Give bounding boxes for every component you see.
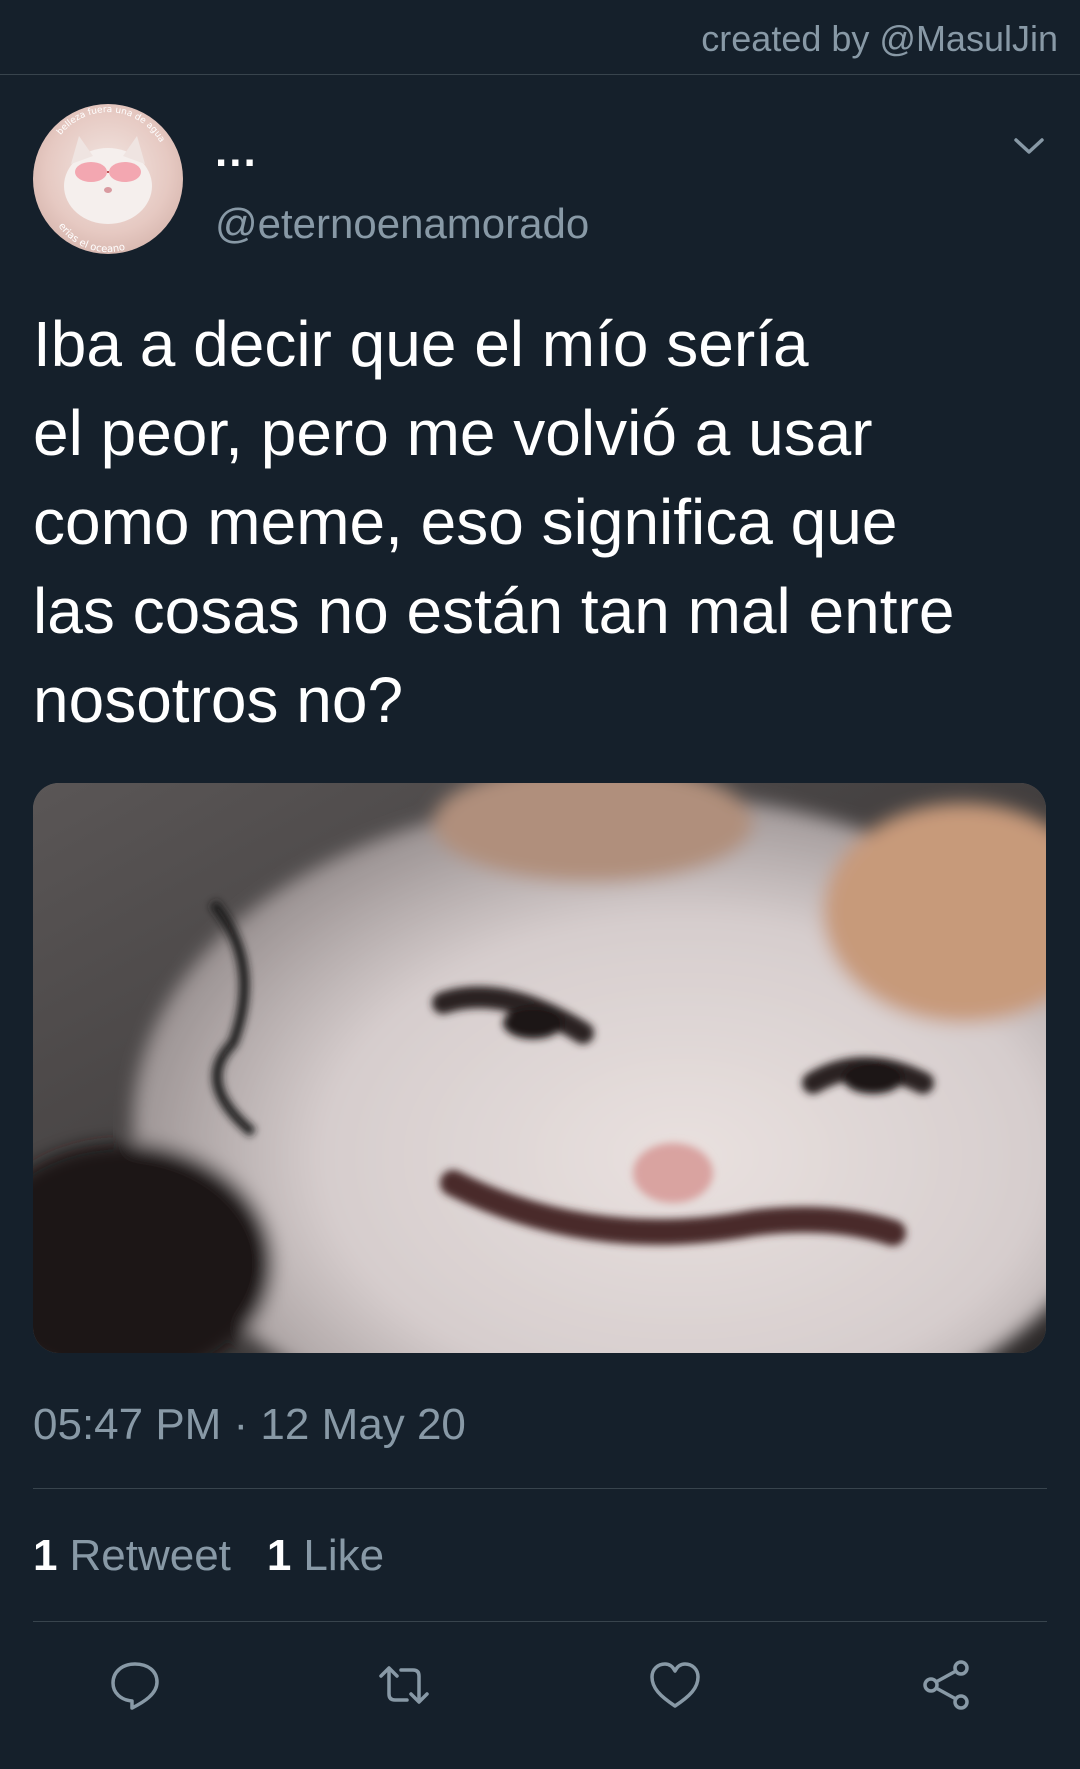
retweet-stat[interactable]: 1 Retweet	[33, 1531, 231, 1581]
reply-button[interactable]	[105, 1655, 165, 1715]
crying-cat-photo	[33, 783, 1046, 1353]
cat-avatar-icon: belleza fuera una de agua erias el ocean…	[55, 105, 166, 254]
retweet-button[interactable]	[374, 1655, 434, 1715]
display-name[interactable]: ...	[215, 130, 258, 174]
like-stat[interactable]: 1 Like	[267, 1531, 384, 1581]
stats-divider-bottom	[33, 1621, 1047, 1622]
reply-icon	[111, 1662, 159, 1710]
like-label: Like	[303, 1531, 385, 1580]
chevron-down-icon[interactable]	[1012, 130, 1046, 160]
user-handle[interactable]: @eternoenamorado	[215, 200, 589, 248]
share-icon	[923, 1660, 969, 1710]
tweet-text: Iba a decir que el mío sería el peor, pe…	[33, 308, 955, 736]
retweet-count: 1	[33, 1531, 58, 1580]
retweet-label: Retweet	[69, 1531, 231, 1580]
retweet-icon	[379, 1666, 429, 1704]
action-bar	[0, 1655, 1080, 1715]
avatar[interactable]: belleza fuera una de agua erias el ocean…	[33, 104, 183, 254]
header-divider	[0, 74, 1080, 75]
like-count: 1	[266, 1531, 292, 1580]
like-button[interactable]	[645, 1655, 705, 1715]
watermark: created by @MasulJin	[701, 18, 1058, 59]
tweet-media[interactable]	[33, 783, 1046, 1353]
tweet-timestamp[interactable]: 05:47 PM · 12 May 20	[33, 1400, 466, 1450]
avatar-caption-bottom: erias el oceano	[56, 221, 126, 254]
share-button[interactable]	[916, 1655, 976, 1715]
svg-text:erias el oceano: erias el oceano	[56, 221, 126, 254]
tweet-stats: 1 Retweet 1 Like	[33, 1531, 384, 1581]
svg-text:belleza fuera una de agua: belleza fuera una de agua	[55, 105, 166, 144]
like-heart-icon	[650, 1662, 700, 1708]
stats-divider-top	[33, 1488, 1047, 1489]
avatar-caption-top: belleza fuera una de agua	[55, 105, 166, 144]
